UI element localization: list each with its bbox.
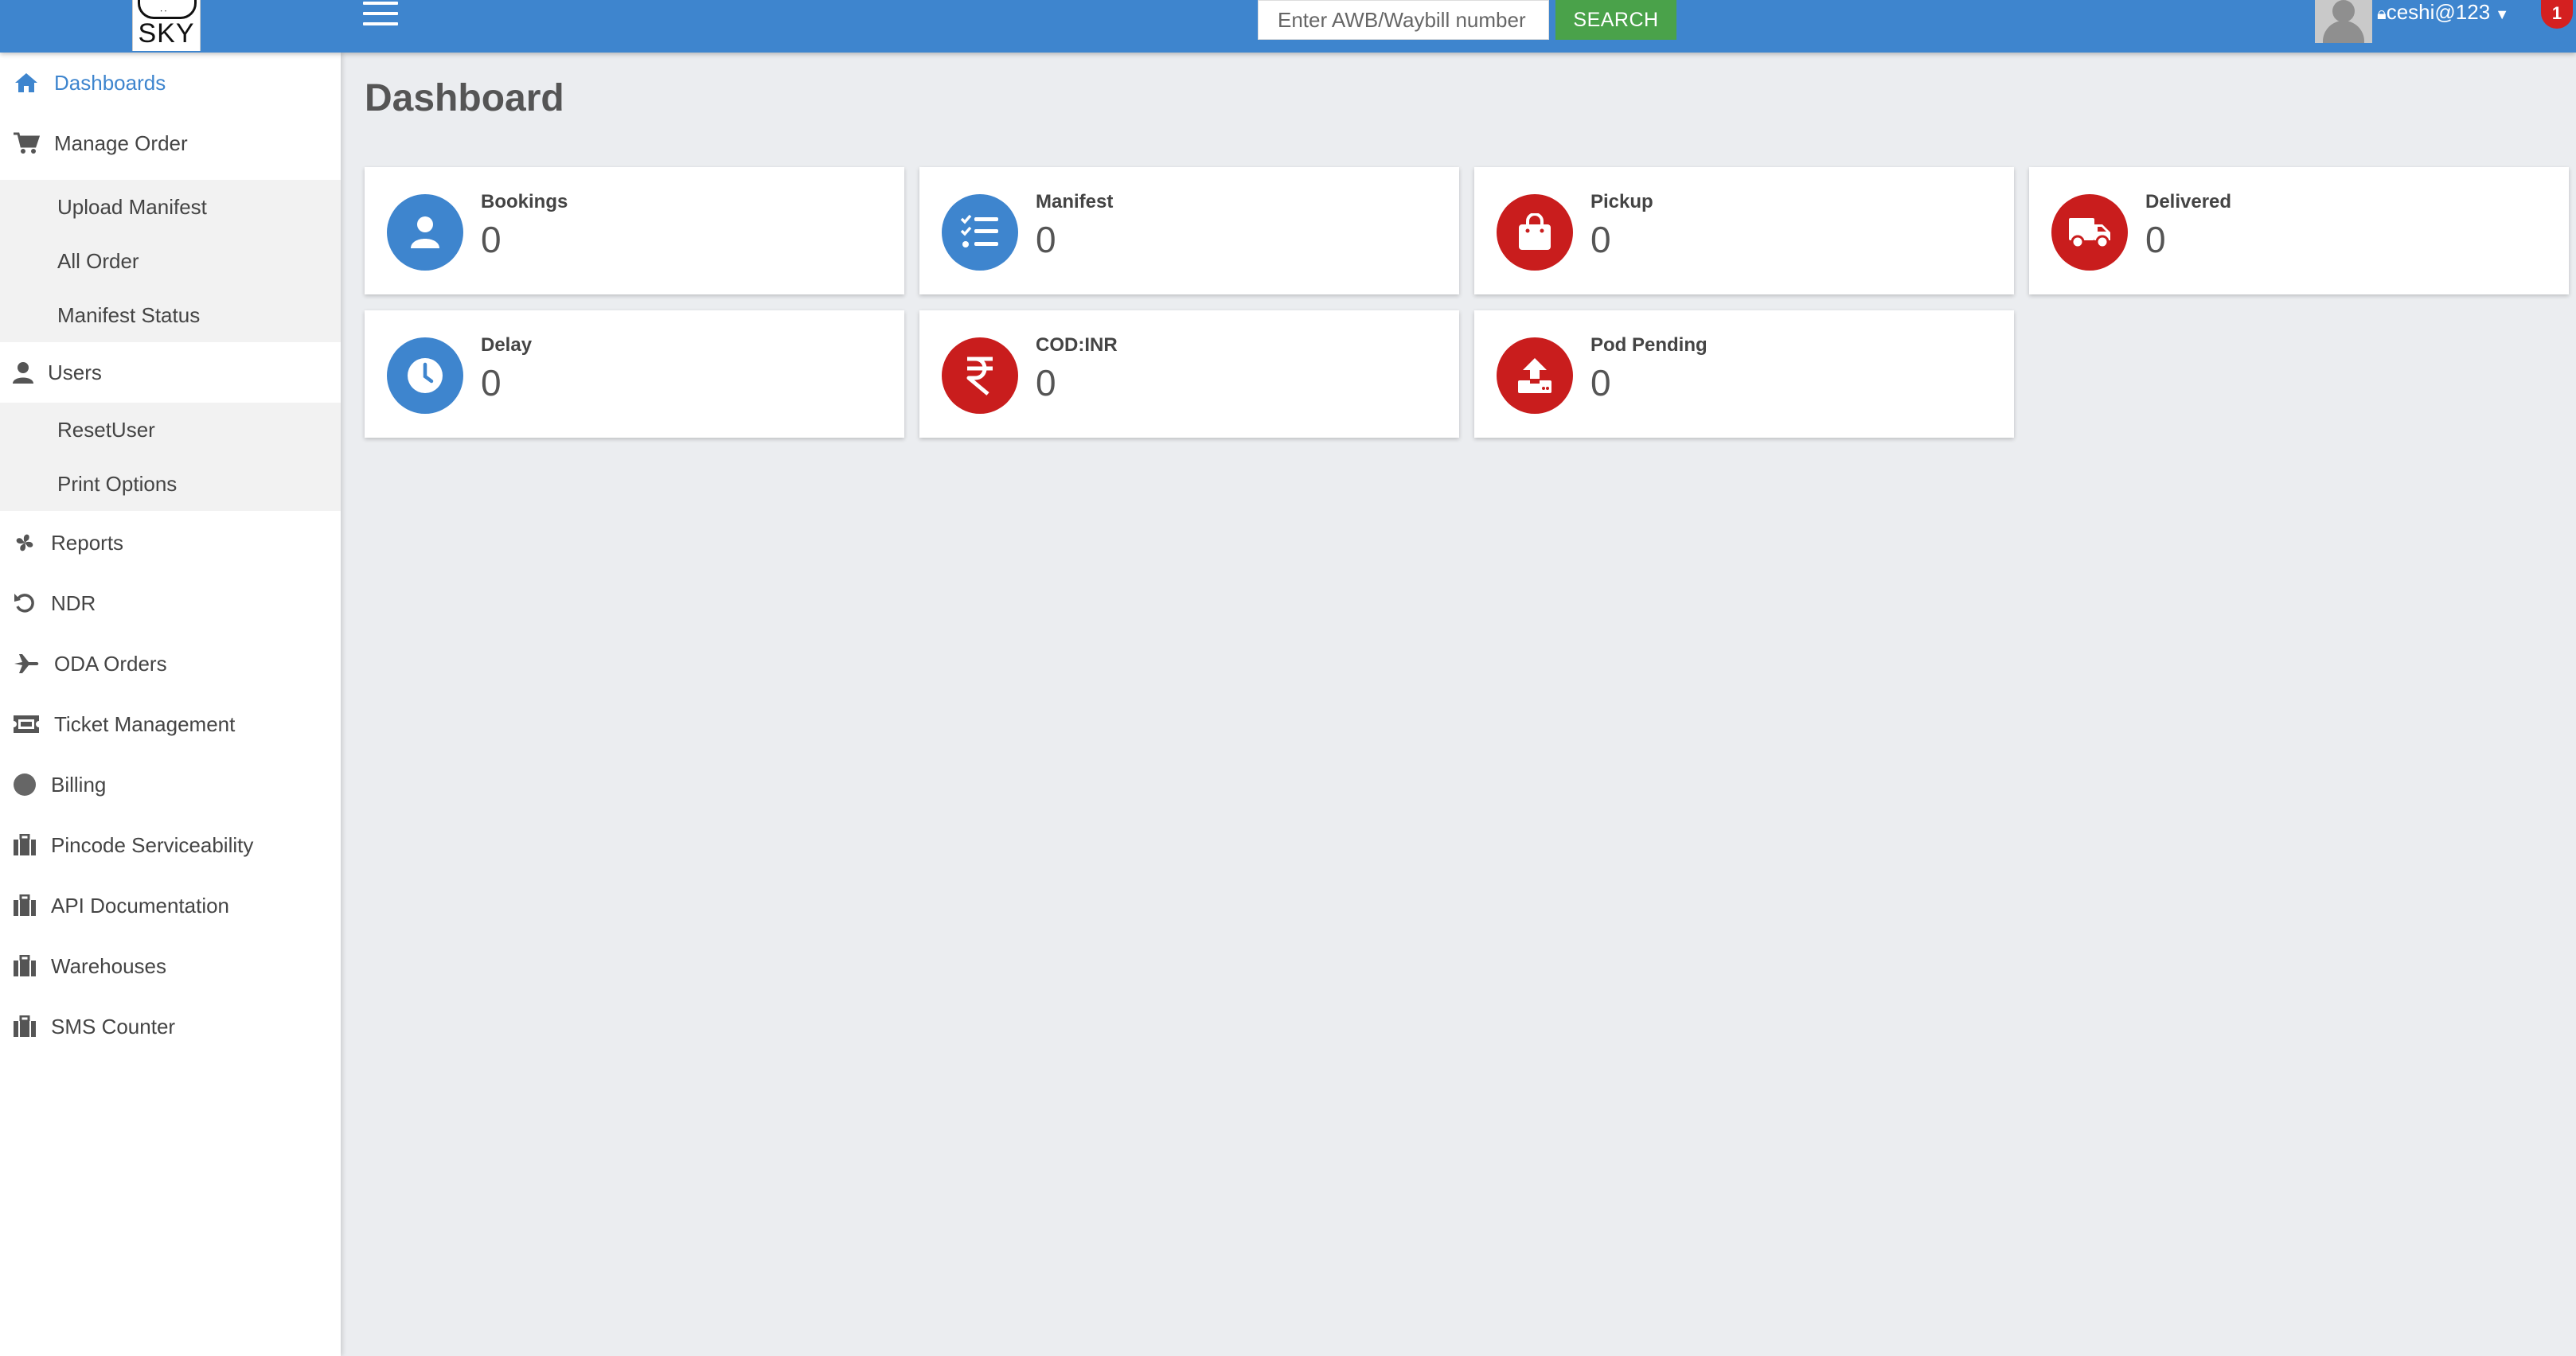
sidebar-item-label: NDR bbox=[51, 590, 96, 615]
sidebar-item-label: ODA Orders bbox=[54, 651, 167, 676]
stat-value: 0 bbox=[481, 362, 502, 403]
sidebar-item-oda-orders[interactable]: ODA Orders bbox=[0, 633, 341, 694]
notification-badge[interactable]: 1 bbox=[2541, 0, 2573, 29]
stat-value: 0 bbox=[1036, 219, 1056, 260]
user-icon bbox=[10, 361, 37, 384]
stat-card-manifest[interactable]: Manifest 0 bbox=[919, 167, 1459, 294]
sidebar-item-label: Ticket Management bbox=[54, 711, 236, 736]
clock-icon bbox=[387, 337, 463, 414]
stat-value: 0 bbox=[1590, 219, 1611, 260]
stat-card-delay[interactable]: Delay 0 bbox=[365, 310, 904, 438]
lock-icon: 🔒︎ bbox=[2377, 3, 2387, 23]
sidebar-item-ticket-management[interactable]: Ticket Management bbox=[0, 694, 341, 754]
stat-value: 0 bbox=[1036, 362, 1056, 403]
stat-card-cod-inr[interactable]: COD:INR 0 bbox=[919, 310, 1459, 438]
sidebar-item-api-documentation[interactable]: API Documentation bbox=[0, 875, 341, 936]
menu-toggle-icon[interactable] bbox=[363, 2, 398, 27]
manage-order-submenu: Upload Manifest All Order Manifest Statu… bbox=[0, 180, 341, 342]
top-navbar: ∙∙ SKY SEARCH 🔒︎ceshi@123▼ 1 bbox=[0, 0, 2576, 53]
sidebar-item-manage-order[interactable]: Manage Order bbox=[0, 113, 341, 173]
stat-card-pickup[interactable]: Pickup 0 bbox=[1474, 167, 2014, 294]
stat-value: 0 bbox=[2145, 219, 2166, 260]
caret-down-icon: ▼ bbox=[2495, 6, 2510, 22]
home-icon bbox=[13, 72, 40, 94]
user-avatar[interactable] bbox=[2315, 0, 2372, 43]
cart-icon bbox=[13, 131, 40, 155]
users-submenu: ResetUser Print Options bbox=[0, 403, 341, 511]
stat-label: Delay bbox=[481, 334, 533, 356]
sidebar-item-ndr[interactable]: NDR bbox=[0, 573, 341, 633]
sidebar-item-label: Billing bbox=[51, 772, 107, 797]
list-check-icon bbox=[942, 194, 1018, 271]
brand-logo[interactable]: ∙∙ SKY bbox=[132, 0, 201, 51]
user-menu-dropdown[interactable]: 🔒︎ceshi@123 ▼ bbox=[2377, 0, 2509, 24]
sidebar: Dashboards Manage Order Upload Manifest … bbox=[0, 53, 341, 1356]
sidebar-item-label: API Documentation bbox=[51, 893, 230, 918]
sidebar-item-label: Pincode Serviceability bbox=[51, 832, 254, 857]
sidebar-item-warehouses[interactable]: Warehouses bbox=[0, 936, 341, 996]
circle-icon bbox=[11, 773, 38, 797]
rupee-icon bbox=[942, 337, 1018, 414]
stat-card-pod-pending[interactable]: Pod Pending 0 bbox=[1474, 310, 2014, 438]
stat-label: Delivered bbox=[2145, 191, 2232, 212]
sidebar-item-dashboards[interactable]: Dashboards bbox=[0, 53, 341, 113]
undo-icon bbox=[11, 592, 38, 614]
fan-icon bbox=[11, 531, 38, 555]
sidebar-item-label: Warehouses bbox=[51, 953, 166, 978]
sidebar-item-label: SMS Counter bbox=[51, 1014, 176, 1038]
stat-card-bookings[interactable]: Bookings 0 bbox=[365, 167, 904, 294]
awb-search-input[interactable] bbox=[1258, 0, 1549, 40]
sidebar-item-pincode-serviceability[interactable]: Pincode Serviceability bbox=[0, 815, 341, 875]
sidebar-item-billing[interactable]: Billing bbox=[0, 754, 341, 815]
plane-icon bbox=[13, 653, 40, 675]
submenu-item-manifest-status[interactable]: Manifest Status bbox=[0, 288, 341, 342]
ticket-icon bbox=[13, 715, 40, 734]
search-button[interactable]: SEARCH bbox=[1555, 0, 1676, 40]
stat-label: Pod Pending bbox=[1590, 334, 1708, 356]
sidebar-item-label: Users bbox=[48, 360, 102, 384]
stat-label: Bookings bbox=[481, 191, 568, 212]
briefcase-icon bbox=[11, 894, 38, 917]
logo-text: SKY bbox=[138, 18, 195, 49]
truck-icon bbox=[2051, 194, 2128, 271]
sidebar-item-label: Reports bbox=[51, 530, 124, 555]
stat-card-delivered[interactable]: Delivered 0 bbox=[2029, 167, 2569, 294]
page-title: Dashboard bbox=[365, 77, 564, 119]
stat-label: COD:INR bbox=[1036, 334, 1118, 356]
sidebar-item-users[interactable]: Users bbox=[0, 342, 341, 403]
briefcase-icon bbox=[11, 1015, 38, 1038]
submenu-item-reset-user[interactable]: ResetUser bbox=[0, 403, 341, 457]
sidebar-item-sms-counter[interactable]: SMS Counter bbox=[0, 996, 341, 1057]
briefcase-icon bbox=[11, 955, 38, 977]
stat-label: Manifest bbox=[1036, 191, 1114, 212]
user-icon bbox=[387, 194, 463, 271]
bag-icon bbox=[1497, 194, 1573, 271]
sidebar-item-label: Dashboards bbox=[54, 70, 166, 95]
sidebar-item-reports[interactable]: Reports bbox=[0, 512, 341, 573]
submenu-item-upload-manifest[interactable]: Upload Manifest bbox=[0, 180, 341, 234]
upload-icon bbox=[1497, 337, 1573, 414]
submenu-item-print-options[interactable]: Print Options bbox=[0, 457, 341, 511]
stat-label: Pickup bbox=[1590, 191, 1653, 212]
briefcase-icon bbox=[11, 834, 38, 856]
username-label: ceshi@123 bbox=[2386, 0, 2491, 24]
submenu-item-all-order[interactable]: All Order bbox=[0, 234, 341, 288]
stat-value: 0 bbox=[481, 219, 502, 260]
stat-value: 0 bbox=[1590, 362, 1611, 403]
sidebar-item-label: Manage Order bbox=[54, 131, 188, 155]
